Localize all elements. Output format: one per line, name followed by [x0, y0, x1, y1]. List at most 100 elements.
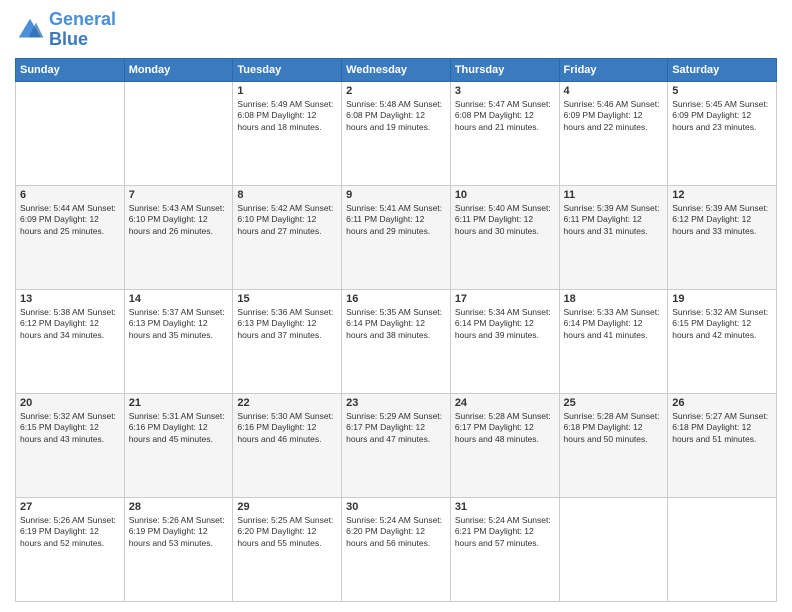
day-info: Sunrise: 5:47 AM Sunset: 6:08 PM Dayligh… [455, 99, 555, 133]
day-number: 11 [564, 189, 664, 201]
calendar-table: SundayMondayTuesdayWednesdayThursdayFrid… [15, 58, 777, 602]
calendar-cell: 12 Sunrise: 5:39 AM Sunset: 6:12 PM Dayli… [668, 185, 777, 289]
day-number: 26 [672, 397, 772, 409]
calendar-cell: 24 Sunrise: 5:28 AM Sunset: 6:17 PM Dayli… [450, 393, 559, 497]
calendar-cell: 4Sunrise: 5:46 AM Sunset: 6:09 PM Daylig… [559, 81, 668, 185]
day-number: 19 [672, 293, 772, 305]
calendar-cell: 1 Sunrise: 5:49 AM Sunset: 6:08 PM Daylig… [233, 81, 342, 185]
calendar-cell: 22 Sunrise: 5:30 AM Sunset: 6:16 PM Dayli… [233, 393, 342, 497]
calendar-cell: 5 Sunrise: 5:45 AM Sunset: 6:09 PM Daylig… [668, 81, 777, 185]
day-info: Sunrise: 5:39 AM Sunset: 6:12 PM Dayligh… [672, 203, 772, 237]
day-number: 30 [346, 501, 446, 513]
day-number: 23 [346, 397, 446, 409]
weekday-header-friday: Friday [559, 58, 668, 81]
calendar-cell: 29 Sunrise: 5:25 AM Sunset: 6:20 PM Dayli… [233, 497, 342, 601]
day-info: Sunrise: 5:28 AM Sunset: 6:17 PM Dayligh… [455, 411, 555, 445]
day-info: Sunrise: 5:44 AM Sunset: 6:09 PM Dayligh… [20, 203, 120, 237]
day-number: 8 [237, 189, 337, 201]
day-number: 9 [346, 189, 446, 201]
calendar-cell: 15 Sunrise: 5:36 AM Sunset: 6:13 PM Dayli… [233, 289, 342, 393]
calendar-cell: 27 Sunrise: 5:26 AM Sunset: 6:19 PM Dayli… [16, 497, 125, 601]
calendar-cell: 2Sunrise: 5:48 AM Sunset: 6:08 PM Daylig… [342, 81, 451, 185]
weekday-header-sunday: Sunday [16, 58, 125, 81]
calendar-cell: 11 Sunrise: 5:39 AM Sunset: 6:11 PM Dayli… [559, 185, 668, 289]
calendar-cell: 6 Sunrise: 5:44 AM Sunset: 6:09 PM Daylig… [16, 185, 125, 289]
day-info: Sunrise: 5:24 AM Sunset: 6:20 PM Dayligh… [346, 515, 446, 549]
logo: General Blue [15, 10, 116, 50]
week-row-4: 20 Sunrise: 5:32 AM Sunset: 6:15 PM Dayli… [16, 393, 777, 497]
calendar-cell: 23 Sunrise: 5:29 AM Sunset: 6:17 PM Dayli… [342, 393, 451, 497]
day-number: 20 [20, 397, 120, 409]
day-info: Sunrise: 5:40 AM Sunset: 6:11 PM Dayligh… [455, 203, 555, 237]
calendar-cell [668, 497, 777, 601]
day-info: Sunrise: 5:30 AM Sunset: 6:16 PM Dayligh… [237, 411, 337, 445]
day-info: Sunrise: 5:38 AM Sunset: 6:12 PM Dayligh… [20, 307, 120, 341]
calendar-cell: 18Sunrise: 5:33 AM Sunset: 6:14 PM Dayli… [559, 289, 668, 393]
week-row-1: 1 Sunrise: 5:49 AM Sunset: 6:08 PM Daylig… [16, 81, 777, 185]
day-info: Sunrise: 5:29 AM Sunset: 6:17 PM Dayligh… [346, 411, 446, 445]
day-number: 27 [20, 501, 120, 513]
calendar-cell: 10 Sunrise: 5:40 AM Sunset: 6:11 PM Dayli… [450, 185, 559, 289]
calendar-cell: 20 Sunrise: 5:32 AM Sunset: 6:15 PM Dayli… [16, 393, 125, 497]
day-number: 29 [237, 501, 337, 513]
day-info: Sunrise: 5:31 AM Sunset: 6:16 PM Dayligh… [129, 411, 229, 445]
day-info: Sunrise: 5:26 AM Sunset: 6:19 PM Dayligh… [20, 515, 120, 549]
calendar-cell: 28 Sunrise: 5:26 AM Sunset: 6:19 PM Dayli… [124, 497, 233, 601]
calendar-cell: 17 Sunrise: 5:34 AM Sunset: 6:14 PM Dayli… [450, 289, 559, 393]
calendar-cell [16, 81, 125, 185]
day-info: Sunrise: 5:37 AM Sunset: 6:13 PM Dayligh… [129, 307, 229, 341]
day-info: Sunrise: 5:48 AM Sunset: 6:08 PM Dayligh… [346, 99, 446, 133]
weekday-header-saturday: Saturday [668, 58, 777, 81]
day-info: Sunrise: 5:32 AM Sunset: 6:15 PM Dayligh… [672, 307, 772, 341]
day-info: Sunrise: 5:39 AM Sunset: 6:11 PM Dayligh… [564, 203, 664, 237]
calendar-cell: 21 Sunrise: 5:31 AM Sunset: 6:16 PM Dayli… [124, 393, 233, 497]
day-number: 6 [20, 189, 120, 201]
day-number: 28 [129, 501, 229, 513]
day-number: 25 [564, 397, 664, 409]
calendar-cell [559, 497, 668, 601]
day-number: 7 [129, 189, 229, 201]
day-number: 21 [129, 397, 229, 409]
day-number: 1 [237, 85, 337, 97]
day-number: 22 [237, 397, 337, 409]
day-info: Sunrise: 5:32 AM Sunset: 6:15 PM Dayligh… [20, 411, 120, 445]
day-number: 24 [455, 397, 555, 409]
day-number: 5 [672, 85, 772, 97]
header: General Blue [15, 10, 777, 50]
calendar-cell: 19 Sunrise: 5:32 AM Sunset: 6:15 PM Dayli… [668, 289, 777, 393]
day-number: 12 [672, 189, 772, 201]
weekday-header-row: SundayMondayTuesdayWednesdayThursdayFrid… [16, 58, 777, 81]
logo-text: General Blue [49, 10, 116, 50]
calendar-cell: 14 Sunrise: 5:37 AM Sunset: 6:13 PM Dayli… [124, 289, 233, 393]
day-info: Sunrise: 5:41 AM Sunset: 6:11 PM Dayligh… [346, 203, 446, 237]
day-info: Sunrise: 5:35 AM Sunset: 6:14 PM Dayligh… [346, 307, 446, 341]
day-info: Sunrise: 5:28 AM Sunset: 6:18 PM Dayligh… [564, 411, 664, 445]
day-info: Sunrise: 5:46 AM Sunset: 6:09 PM Dayligh… [564, 99, 664, 133]
calendar-cell: 16 Sunrise: 5:35 AM Sunset: 6:14 PM Dayli… [342, 289, 451, 393]
day-number: 15 [237, 293, 337, 305]
day-info: Sunrise: 5:43 AM Sunset: 6:10 PM Dayligh… [129, 203, 229, 237]
day-info: Sunrise: 5:36 AM Sunset: 6:13 PM Dayligh… [237, 307, 337, 341]
day-info: Sunrise: 5:42 AM Sunset: 6:10 PM Dayligh… [237, 203, 337, 237]
day-number: 18 [564, 293, 664, 305]
day-info: Sunrise: 5:25 AM Sunset: 6:20 PM Dayligh… [237, 515, 337, 549]
calendar-cell [124, 81, 233, 185]
calendar-cell: 13Sunrise: 5:38 AM Sunset: 6:12 PM Dayli… [16, 289, 125, 393]
day-number: 10 [455, 189, 555, 201]
calendar-cell: 9 Sunrise: 5:41 AM Sunset: 6:11 PM Daylig… [342, 185, 451, 289]
day-info: Sunrise: 5:34 AM Sunset: 6:14 PM Dayligh… [455, 307, 555, 341]
calendar-cell: 26Sunrise: 5:27 AM Sunset: 6:18 PM Dayli… [668, 393, 777, 497]
day-info: Sunrise: 5:26 AM Sunset: 6:19 PM Dayligh… [129, 515, 229, 549]
week-row-2: 6 Sunrise: 5:44 AM Sunset: 6:09 PM Daylig… [16, 185, 777, 289]
day-number: 31 [455, 501, 555, 513]
day-info: Sunrise: 5:49 AM Sunset: 6:08 PM Dayligh… [237, 99, 337, 133]
day-number: 3 [455, 85, 555, 97]
weekday-header-wednesday: Wednesday [342, 58, 451, 81]
calendar-cell: 3 Sunrise: 5:47 AM Sunset: 6:08 PM Daylig… [450, 81, 559, 185]
day-number: 17 [455, 293, 555, 305]
week-row-3: 13Sunrise: 5:38 AM Sunset: 6:12 PM Dayli… [16, 289, 777, 393]
weekday-header-monday: Monday [124, 58, 233, 81]
day-info: Sunrise: 5:45 AM Sunset: 6:09 PM Dayligh… [672, 99, 772, 133]
day-number: 16 [346, 293, 446, 305]
day-number: 14 [129, 293, 229, 305]
